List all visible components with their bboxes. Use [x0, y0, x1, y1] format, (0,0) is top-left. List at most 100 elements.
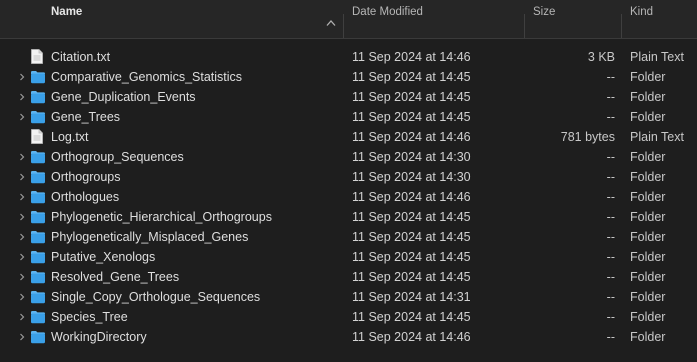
column-header-size-label: Size: [533, 6, 556, 18]
item-size: --: [606, 70, 615, 84]
sort-ascending-icon[interactable]: [326, 19, 336, 27]
item-size: --: [606, 90, 615, 104]
item-kind: Folder: [630, 250, 666, 264]
item-name: Resolved_Gene_Trees: [51, 270, 180, 284]
item-date-modified: 11 Sep 2024 at 14:45: [352, 110, 471, 124]
column-header-kind-label: Kind: [630, 6, 654, 18]
disclosure-triangle-icon[interactable]: [19, 213, 25, 221]
item-date-modified: 11 Sep 2024 at 14:46: [352, 50, 471, 64]
folder-row[interactable]: Single_Copy_Orthologue_Sequences 11 Sep 2…: [0, 287, 697, 307]
disclosure-triangle-icon[interactable]: [19, 253, 25, 261]
folder-row[interactable]: Orthogroups 11 Sep 2024 at 14:30 -- Folder: [0, 167, 697, 187]
column-divider[interactable]: [524, 14, 525, 38]
folder-row[interactable]: Phylogenetic_Hierarchical_Orthogroups 11 …: [0, 207, 697, 227]
item-date-modified: 11 Sep 2024 at 14:45: [352, 250, 471, 264]
folder-row[interactable]: Comparative_Genomics_Statistics 11 Sep 20…: [0, 67, 697, 87]
item-name: Citation.txt: [51, 50, 111, 64]
folder-icon: [31, 231, 45, 244]
item-date-modified: 11 Sep 2024 at 14:45: [352, 270, 471, 284]
item-size: 3 KB: [587, 50, 615, 64]
item-date-modified: 11 Sep 2024 at 14:45: [352, 90, 471, 104]
item-date-modified: 11 Sep 2024 at 14:31: [352, 290, 471, 304]
item-kind: Folder: [630, 90, 666, 104]
item-date-modified: 11 Sep 2024 at 14:30: [352, 150, 471, 164]
item-kind: Folder: [630, 150, 666, 164]
item-kind: Folder: [630, 290, 666, 304]
text-file-icon: [31, 129, 43, 144]
folder-row[interactable]: Phylogenetically_Misplaced_Genes 11 Sep 2…: [0, 227, 697, 247]
item-name: Comparative_Genomics_Statistics: [51, 70, 243, 84]
folder-icon: [31, 111, 45, 124]
folder-icon: [31, 311, 45, 324]
item-kind: Folder: [630, 170, 666, 184]
item-date-modified: 11 Sep 2024 at 14:46: [352, 330, 471, 344]
file-row[interactable]: Log.txt 11 Sep 2024 at 14:46 781 bytes Plai…: [0, 127, 697, 147]
folder-row[interactable]: Gene_Trees 11 Sep 2024 at 14:45 -- Folder: [0, 107, 697, 127]
item-kind: Folder: [630, 110, 666, 124]
item-date-modified: 11 Sep 2024 at 14:45: [352, 70, 471, 84]
column-divider[interactable]: [621, 14, 622, 38]
folder-row[interactable]: Orthologues 11 Sep 2024 at 14:46 -- Folder: [0, 187, 697, 207]
item-date-modified: 11 Sep 2024 at 14:46: [352, 130, 471, 144]
disclosure-triangle-icon[interactable]: [19, 293, 25, 301]
column-header-name-label: Name: [51, 6, 83, 18]
disclosure-triangle-icon[interactable]: [19, 193, 25, 201]
item-size: --: [606, 270, 615, 284]
item-size: --: [606, 110, 615, 124]
item-size: --: [606, 230, 615, 244]
folder-row[interactable]: Orthogroup_Sequences 11 Sep 2024 at 14:30…: [0, 147, 697, 167]
column-divider[interactable]: [343, 14, 344, 38]
disclosure-triangle-icon[interactable]: [19, 313, 25, 321]
item-kind: Plain Text: [630, 130, 684, 144]
folder-row[interactable]: Resolved_Gene_Trees 11 Sep 2024 at 14:45 -…: [0, 267, 697, 287]
column-header-size[interactable]: Size: [533, 0, 613, 38]
item-kind: Plain Text: [630, 50, 684, 64]
item-size: 781 bytes: [560, 130, 615, 144]
column-header-date-label: Date Modified: [352, 6, 423, 18]
column-header-name[interactable]: Name: [51, 0, 341, 38]
folder-row[interactable]: Gene_Duplication_Events 11 Sep 2024 at 14…: [0, 87, 697, 107]
disclosure-triangle-icon[interactable]: [19, 273, 25, 281]
folder-row[interactable]: Species_Tree 11 Sep 2024 at 14:45 -- Folder: [0, 307, 697, 327]
disclosure-triangle-icon[interactable]: [19, 173, 25, 181]
item-kind: Folder: [630, 190, 666, 204]
item-name: Putative_Xenologs: [51, 250, 156, 264]
column-header-date[interactable]: Date Modified: [352, 0, 522, 38]
item-name: Phylogenetic_Hierarchical_Orthogroups: [51, 210, 272, 224]
item-size: --: [606, 330, 615, 344]
file-list: Citation.txt 11 Sep 2024 at 14:46 3 KB Plai…: [0, 47, 697, 347]
item-size: --: [606, 290, 615, 304]
column-header-kind[interactable]: Kind: [630, 0, 690, 38]
item-size: --: [606, 250, 615, 264]
folder-icon: [31, 271, 45, 284]
item-date-modified: 11 Sep 2024 at 14:46: [352, 190, 471, 204]
folder-icon: [31, 251, 45, 264]
disclosure-triangle-icon[interactable]: [19, 113, 25, 121]
folder-icon: [31, 331, 45, 344]
text-file-icon: [31, 49, 43, 64]
disclosure-triangle-icon[interactable]: [19, 93, 25, 101]
item-name: Orthogroup_Sequences: [51, 150, 184, 164]
item-name: Species_Tree: [51, 310, 128, 324]
folder-row[interactable]: Putative_Xenologs 11 Sep 2024 at 14:45 -- F…: [0, 247, 697, 267]
disclosure-triangle-icon[interactable]: [19, 333, 25, 341]
item-size: --: [606, 210, 615, 224]
file-row[interactable]: Citation.txt 11 Sep 2024 at 14:46 3 KB Plai…: [0, 47, 697, 67]
folder-icon: [31, 171, 45, 184]
folder-row[interactable]: WorkingDirectory 11 Sep 2024 at 14:46 -- Fo…: [0, 327, 697, 347]
item-size: --: [606, 170, 615, 184]
disclosure-triangle-icon[interactable]: [19, 233, 25, 241]
item-kind: Folder: [630, 310, 666, 324]
folder-icon: [31, 211, 45, 224]
item-name: Orthologues: [51, 190, 120, 204]
item-name: Single_Copy_Orthologue_Sequences: [51, 290, 261, 304]
item-kind: Folder: [630, 230, 666, 244]
folder-icon: [31, 71, 45, 84]
folder-icon: [31, 191, 45, 204]
folder-icon: [31, 91, 45, 104]
item-date-modified: 11 Sep 2024 at 14:45: [352, 210, 471, 224]
disclosure-triangle-icon[interactable]: [19, 73, 25, 81]
disclosure-triangle-icon[interactable]: [19, 153, 25, 161]
column-header-bar: Name Date Modified Size Kind: [0, 0, 697, 39]
item-kind: Folder: [630, 70, 666, 84]
